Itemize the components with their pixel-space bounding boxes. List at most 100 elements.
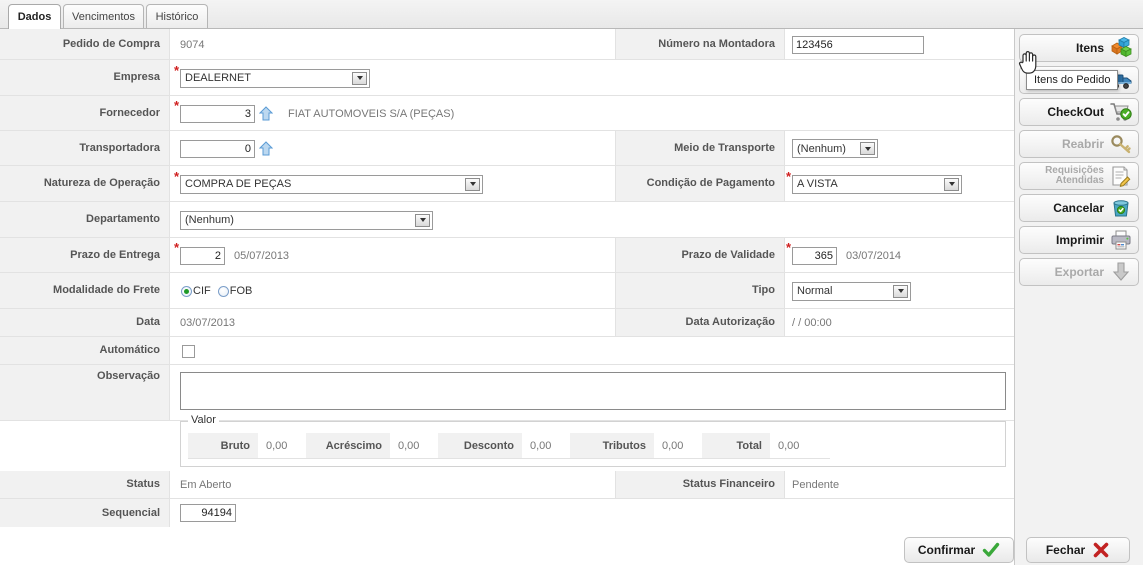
trash-icon [1110,197,1132,219]
reabrir-button[interactable]: Reabrir [1019,130,1139,158]
sequencial-input[interactable] [180,504,236,522]
valor-legend: Valor [188,414,219,426]
prazo-de-entrega-days-input[interactable] [180,246,225,265]
tab-bar: Dados Vencimentos Histórico [0,0,1143,29]
requisicoes-atendidas-button[interactable]: Requisições Atendidas [1019,162,1139,190]
download-arrow-icon [1110,261,1132,283]
radio-cif[interactable] [181,285,192,297]
cart-check-icon [1110,101,1132,123]
prazo-de-validade-date: 03/07/2014 [846,249,902,262]
label-tipo: Tipo [615,273,785,308]
cancelar-button-label: Cancelar [1053,200,1104,215]
tab-historico[interactable]: Histórico [146,4,208,28]
row-data: Data 03/07/2013 Data Autorização / / 00:… [0,309,1014,337]
tooltip-text: Itens do Pedido [1034,74,1111,86]
prazo-de-entrega-date: 05/07/2013 [234,249,290,262]
row-natureza-operacao: Natureza de Operação * COMPRA DE PEÇAS C… [0,166,1014,202]
checkout-button[interactable]: CheckOut [1019,98,1139,126]
tipo-selected-value: Normal [797,285,833,297]
valor-label-desconto: Desconto [438,433,522,459]
value-status: Em Aberto [180,479,232,491]
valor-label-bruto: Bruto [188,433,258,459]
exportar-button-label: Exportar [1054,264,1104,279]
label-departamento: Departamento [0,202,170,237]
automatico-checkbox[interactable] [182,344,195,358]
row-status: Status Em Aberto Status Financeiro Pende… [0,471,1014,499]
transportadora-code-input[interactable] [180,139,255,158]
document-edit-icon [1110,165,1132,187]
label-natureza-de-operacao: Natureza de Operação [0,166,170,201]
condicao-de-pagamento-select[interactable]: A VISTA [792,174,962,194]
valor-value-desconto: 0,00 [522,433,570,459]
observacao-textarea[interactable] [180,372,1006,410]
label-status-financeiro: Status Financeiro [615,471,785,498]
exportar-button[interactable]: Exportar [1019,258,1139,286]
label-prazo-de-validade: Prazo de Validade [615,238,785,272]
label-prazo-de-entrega: Prazo de Entrega [0,238,170,272]
row-transportadora: Transportadora Meio de Transporte (Nenhu… [0,131,1014,166]
row-modalidade-frete: Modalidade do Frete CIF FOB Tipo Normal [0,273,1014,309]
row-automatico: Automático [0,337,1014,365]
numero-na-montadora-input[interactable] [792,35,924,54]
departamento-selected-value: (Nenhum) [185,214,234,226]
chevron-down-icon[interactable] [415,213,430,227]
required-marker-natureza: * [174,169,180,184]
label-status: Status [0,471,170,498]
chevron-down-icon[interactable] [944,177,959,191]
fechar-button[interactable]: Fechar [1026,537,1130,563]
imprimir-button[interactable]: Imprimir [1019,226,1139,254]
tab-label: Dados [17,11,52,23]
required-marker-prazo-entrega: * [174,240,180,255]
red-x-icon [1092,541,1110,559]
value-data-autorizacao: / / 00:00 [792,317,832,329]
valor-label-acrescimo: Acréscimo [306,433,390,459]
condicao-de-pagamento-selected-value: A VISTA [797,178,838,190]
reabrir-button-label: Reabrir [1061,136,1104,151]
label-numero-na-montadora: Número na Montadora [615,29,785,59]
confirmar-button[interactable]: Confirmar [904,537,1014,563]
valor-value-total: 0,00 [770,433,830,459]
valor-value-acrescimo: 0,00 [390,433,438,459]
row-prazo-entrega: Prazo de Entrega * 05/07/2013 Prazo de V… [0,238,1014,273]
value-status-financeiro: Pendente [792,479,840,491]
row-observacao: Observação [0,365,1014,421]
natureza-de-operacao-selected-value: COMPRA DE PEÇAS [185,178,292,190]
lookup-up-arrow-icon[interactable] [258,106,274,121]
valor-value-tributos: 0,00 [654,433,702,459]
row-fornecedor: Fornecedor * FIAT AUTOMOVEIS S/A (PEÇAS) [0,96,1014,131]
tab-label: Vencimentos [72,10,135,23]
row-pedido-compra: Pedido de Compra 9074 Número na Montador… [0,29,1014,60]
chevron-down-icon[interactable] [893,284,908,298]
lookup-up-arrow-icon[interactable] [258,141,274,156]
imprimir-button-label: Imprimir [1055,232,1104,247]
chevron-down-icon[interactable] [352,71,367,85]
required-marker-prazo-validade: * [786,240,792,255]
confirmar-button-label: Confirmar [917,543,976,557]
row-empresa: Empresa * DEALERNET [0,60,1014,96]
fechar-button-label: Fechar [1045,543,1086,557]
departamento-select[interactable]: (Nenhum) [180,210,433,230]
label-modalidade-do-frete: Modalidade do Frete [0,273,170,308]
label-empresa: Empresa [0,60,170,95]
label-observacao: Observação [0,365,170,420]
tab-dados[interactable]: Dados [8,4,61,29]
chevron-down-icon[interactable] [860,142,875,155]
radio-fob[interactable] [217,285,229,297]
key-icon [1110,133,1132,155]
form-footer [0,534,1014,565]
action-toolbar: Itens CheckOut Reabrir Requisições Atend… [1014,29,1143,565]
cancelar-button[interactable]: Cancelar [1019,194,1139,222]
checkout-button-label: CheckOut [1047,104,1104,119]
label-transportadora: Transportadora [0,131,170,165]
natureza-de-operacao-select[interactable]: COMPRA DE PEÇAS [180,174,483,194]
empresa-select[interactable]: DEALERNET [180,68,370,88]
required-marker-empresa: * [174,63,180,78]
tipo-select[interactable]: Normal [792,281,911,301]
prazo-de-validade-days-input[interactable] [792,246,837,265]
radio-label-fob: FOB [229,285,253,297]
meio-de-transporte-select[interactable]: (Nenhum) [792,139,878,158]
chevron-down-icon[interactable] [465,177,480,191]
required-marker-fornecedor: * [174,98,180,113]
fornecedor-code-input[interactable] [180,104,255,123]
tab-vencimentos[interactable]: Vencimentos [63,4,144,28]
